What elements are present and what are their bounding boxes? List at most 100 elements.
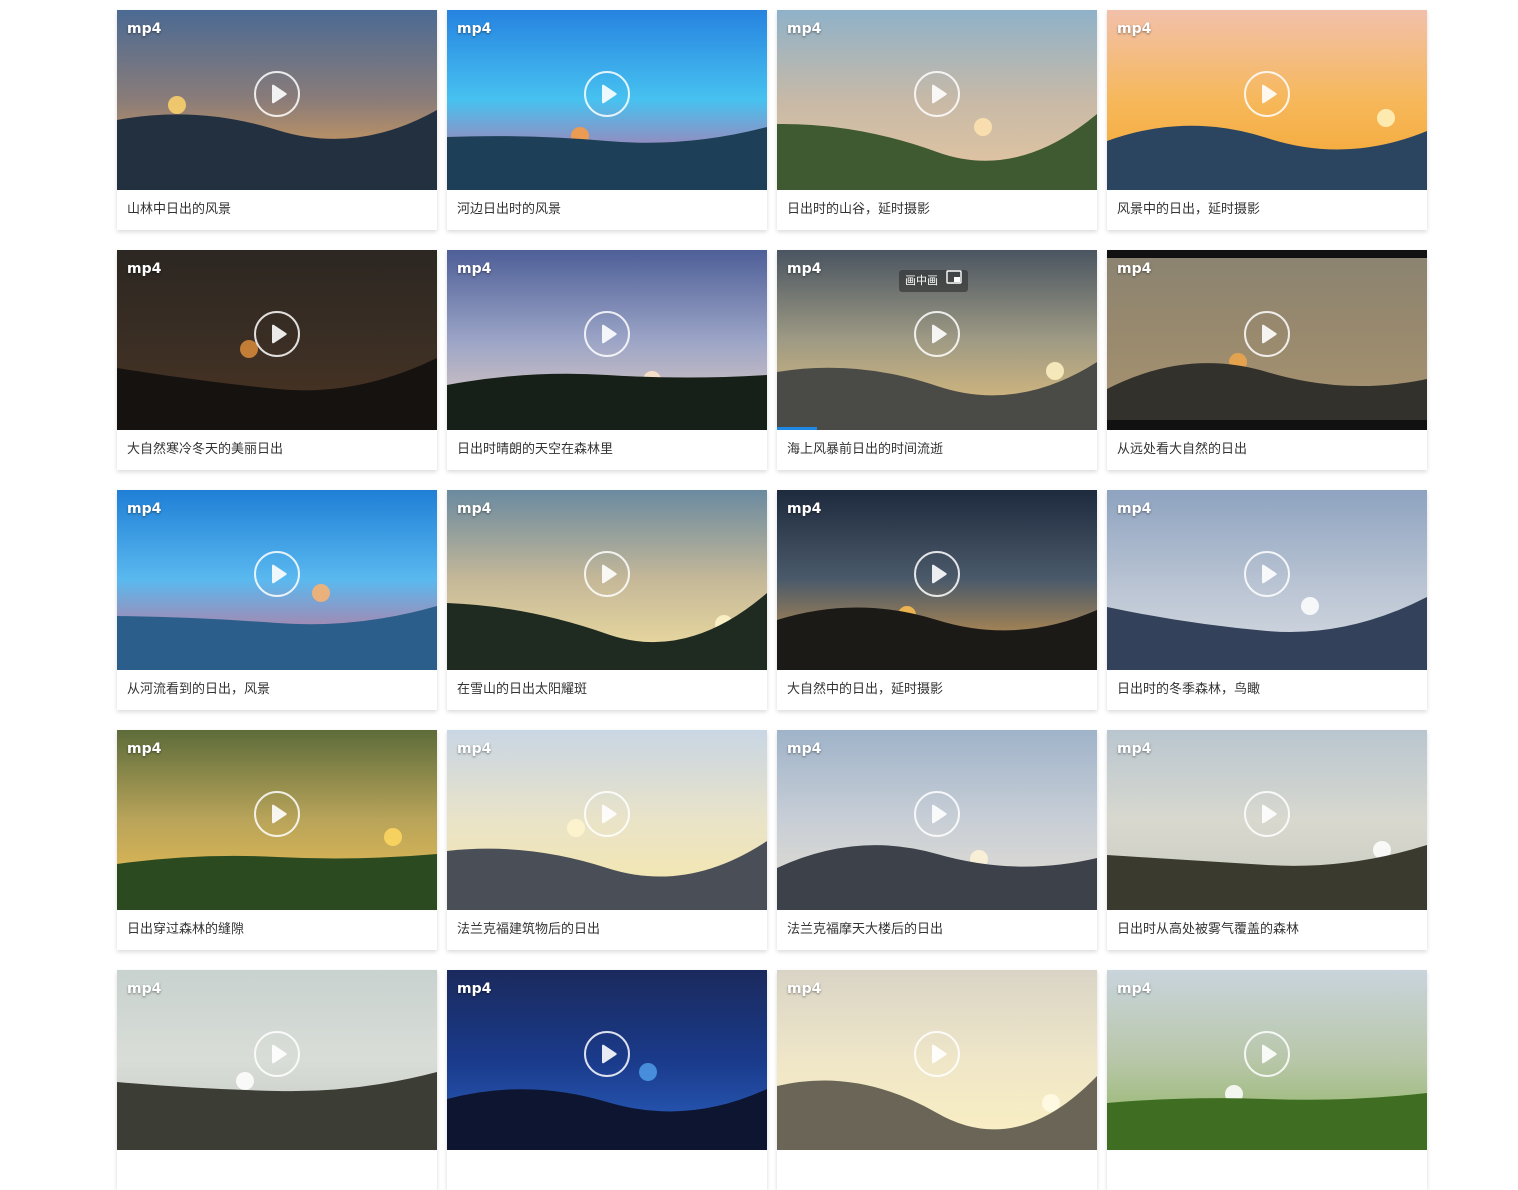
video-card[interactable]: mp4 日出时晴朗的天空在森林里 <box>447 250 767 470</box>
video-card[interactable]: mp4 从河流看到的日出，风景 <box>117 490 437 710</box>
video-thumbnail[interactable]: mp4 <box>777 490 1097 670</box>
play-icon[interactable] <box>254 551 300 597</box>
video-title[interactable]: 在雪山的日出太阳耀斑 <box>447 670 767 710</box>
video-title[interactable]: 日出穿过森林的缝隙 <box>117 910 437 950</box>
format-badge: mp4 <box>127 981 162 997</box>
video-card[interactable]: mp4 <box>777 970 1097 1190</box>
video-thumbnail[interactable]: mp4 <box>447 730 767 910</box>
video-card[interactable]: mp4 从远处看大自然的日出 <box>1107 250 1427 470</box>
play-icon[interactable] <box>254 71 300 117</box>
play-icon[interactable] <box>914 311 960 357</box>
video-thumbnail[interactable]: mp4 <box>777 10 1097 190</box>
video-card[interactable]: mp4 日出穿过森林的缝隙 <box>117 730 437 950</box>
video-title[interactable]: 法兰克福摩天大楼后的日出 <box>777 910 1097 950</box>
format-badge: mp4 <box>457 261 492 277</box>
video-card[interactable]: mp4 大自然中的日出，延时摄影 <box>777 490 1097 710</box>
play-icon[interactable] <box>254 311 300 357</box>
video-thumbnail[interactable]: mp4 <box>447 250 767 430</box>
play-icon[interactable] <box>914 791 960 837</box>
format-badge: mp4 <box>127 21 162 37</box>
video-card[interactable]: mp4 <box>1107 970 1427 1190</box>
format-badge: mp4 <box>457 501 492 517</box>
video-card[interactable]: mp4 法兰克福建筑物后的日出 <box>447 730 767 950</box>
video-thumbnail[interactable]: mp4 <box>447 970 767 1150</box>
video-thumbnail[interactable]: mp4 <box>777 730 1097 910</box>
pip-button[interactable]: 画中画 <box>899 270 968 292</box>
play-icon[interactable] <box>914 1031 960 1077</box>
video-thumbnail[interactable]: mp4 <box>1107 970 1427 1150</box>
video-thumbnail[interactable]: mp4 <box>447 10 767 190</box>
play-icon[interactable] <box>1244 791 1290 837</box>
format-badge: mp4 <box>127 741 162 757</box>
letterbox-bar <box>1107 420 1427 430</box>
play-icon[interactable] <box>584 551 630 597</box>
video-title[interactable] <box>117 1150 437 1190</box>
play-icon[interactable] <box>584 1031 630 1077</box>
video-thumbnail[interactable]: mp4 <box>1107 10 1427 190</box>
play-icon[interactable] <box>1244 71 1290 117</box>
format-badge: mp4 <box>127 261 162 277</box>
video-title[interactable] <box>447 1150 767 1190</box>
play-icon[interactable] <box>584 791 630 837</box>
video-title[interactable] <box>1107 1150 1427 1190</box>
play-icon[interactable] <box>254 791 300 837</box>
video-card[interactable]: mp4 日出时的冬季森林，鸟瞰 <box>1107 490 1427 710</box>
video-title[interactable]: 日出时从高处被雾气覆盖的森林 <box>1107 910 1427 950</box>
video-thumbnail[interactable]: mp4 <box>117 730 437 910</box>
video-card[interactable]: mp4 <box>447 970 767 1190</box>
video-thumbnail[interactable]: mp4 <box>777 970 1097 1150</box>
video-thumbnail[interactable]: mp4 <box>117 970 437 1150</box>
video-thumbnail[interactable]: mp4 <box>117 10 437 190</box>
video-title[interactable]: 日出时的冬季森林，鸟瞰 <box>1107 670 1427 710</box>
format-badge: mp4 <box>457 741 492 757</box>
format-badge: mp4 <box>457 981 492 997</box>
video-thumbnail[interactable]: mp4 画中画 <box>777 250 1097 430</box>
video-grid: mp4 山林中日出的风景 mp4 河边日出时的风景 mp4 日出时的山谷，延时摄影 mp4 风… <box>117 10 1427 1190</box>
format-badge: mp4 <box>787 261 822 277</box>
format-badge: mp4 <box>1117 261 1152 277</box>
format-badge: mp4 <box>787 501 822 517</box>
format-badge: mp4 <box>1117 21 1152 37</box>
video-thumbnail[interactable]: mp4 <box>1107 490 1427 670</box>
video-thumbnail[interactable]: mp4 <box>447 490 767 670</box>
video-card[interactable]: mp4 <box>117 970 437 1190</box>
video-thumbnail[interactable]: mp4 <box>117 250 437 430</box>
video-card[interactable]: mp4 大自然寒冷冬天的美丽日出 <box>117 250 437 470</box>
video-card[interactable]: mp4 法兰克福摩天大楼后的日出 <box>777 730 1097 950</box>
video-card[interactable]: mp4 在雪山的日出太阳耀斑 <box>447 490 767 710</box>
play-icon[interactable] <box>584 311 630 357</box>
format-badge: mp4 <box>1117 981 1152 997</box>
video-card[interactable]: mp4 画中画海上风暴前日出的时间流逝 <box>777 250 1097 470</box>
video-card[interactable]: mp4 河边日出时的风景 <box>447 10 767 230</box>
video-title[interactable]: 日出时的山谷，延时摄影 <box>777 190 1097 230</box>
video-title[interactable]: 从河流看到的日出，风景 <box>117 670 437 710</box>
video-thumbnail[interactable]: mp4 <box>117 490 437 670</box>
picture-in-picture-icon <box>946 270 962 292</box>
play-icon[interactable] <box>1244 311 1290 357</box>
video-card[interactable]: mp4 山林中日出的风景 <box>117 10 437 230</box>
play-icon[interactable] <box>254 1031 300 1077</box>
play-icon[interactable] <box>1244 551 1290 597</box>
video-title[interactable]: 大自然中的日出，延时摄影 <box>777 670 1097 710</box>
video-title[interactable]: 山林中日出的风景 <box>117 190 437 230</box>
video-title[interactable]: 海上风暴前日出的时间流逝 <box>777 430 1097 470</box>
video-progress-bar[interactable] <box>777 427 817 430</box>
video-title[interactable]: 河边日出时的风景 <box>447 190 767 230</box>
video-card[interactable]: mp4 日出时的山谷，延时摄影 <box>777 10 1097 230</box>
video-title[interactable]: 法兰克福建筑物后的日出 <box>447 910 767 950</box>
video-thumbnail[interactable]: mp4 <box>1107 730 1427 910</box>
video-title[interactable]: 大自然寒冷冬天的美丽日出 <box>117 430 437 470</box>
letterbox-bar <box>1107 250 1427 258</box>
play-icon[interactable] <box>914 71 960 117</box>
video-title[interactable]: 风景中的日出，延时摄影 <box>1107 190 1427 230</box>
video-thumbnail[interactable]: mp4 <box>1107 250 1427 430</box>
video-title[interactable] <box>777 1150 1097 1190</box>
format-badge: mp4 <box>457 21 492 37</box>
video-title[interactable]: 从远处看大自然的日出 <box>1107 430 1427 470</box>
video-card[interactable]: mp4 日出时从高处被雾气覆盖的森林 <box>1107 730 1427 950</box>
play-icon[interactable] <box>584 71 630 117</box>
video-title[interactable]: 日出时晴朗的天空在森林里 <box>447 430 767 470</box>
video-card[interactable]: mp4 风景中的日出，延时摄影 <box>1107 10 1427 230</box>
play-icon[interactable] <box>1244 1031 1290 1077</box>
play-icon[interactable] <box>914 551 960 597</box>
